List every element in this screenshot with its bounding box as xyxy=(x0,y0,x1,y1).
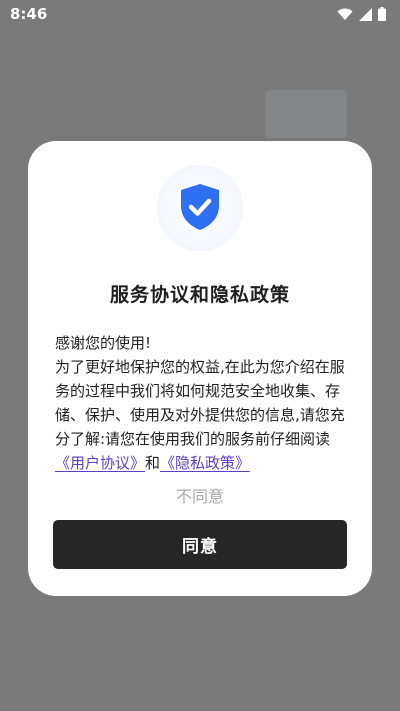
user-agreement-link[interactable]: 《用户协议》 xyxy=(55,454,145,472)
shield-check-icon xyxy=(181,184,219,230)
shield-badge xyxy=(158,166,242,250)
dialog-body: 感谢您的使用! 为了更好地保护您的权益,在此为您介绍在服务的过程中我们将如何规范… xyxy=(55,331,351,475)
policy-paragraph: 为了更好地保护您的权益,在此为您介绍在服务的过程中我们将如何规范安全地收集、存储… xyxy=(55,355,351,475)
agree-button[interactable]: 同意 xyxy=(53,520,347,569)
status-bar: 8:46 xyxy=(0,0,400,28)
wifi-icon xyxy=(337,8,353,20)
signal-icon xyxy=(359,7,372,21)
status-time: 8:46 xyxy=(10,5,48,23)
privacy-policy-link[interactable]: 《隐私政策》 xyxy=(160,454,250,472)
background-content xyxy=(265,90,347,138)
greeting-text: 感谢您的使用! xyxy=(55,334,152,352)
battery-icon xyxy=(378,7,386,21)
conjunction-text: 和 xyxy=(145,454,161,472)
status-icons xyxy=(337,7,386,21)
privacy-dialog: 服务协议和隐私政策 感谢您的使用! 为了更好地保护您的权益,在此为您介绍在服务的… xyxy=(28,141,372,596)
policy-text: 为了更好地保护您的权益,在此为您介绍在服务的过程中我们将如何规范安全地收集、存储… xyxy=(55,358,345,448)
dialog-title: 服务协议和隐私政策 xyxy=(109,284,290,306)
disagree-button[interactable]: 不同意 xyxy=(28,483,372,507)
